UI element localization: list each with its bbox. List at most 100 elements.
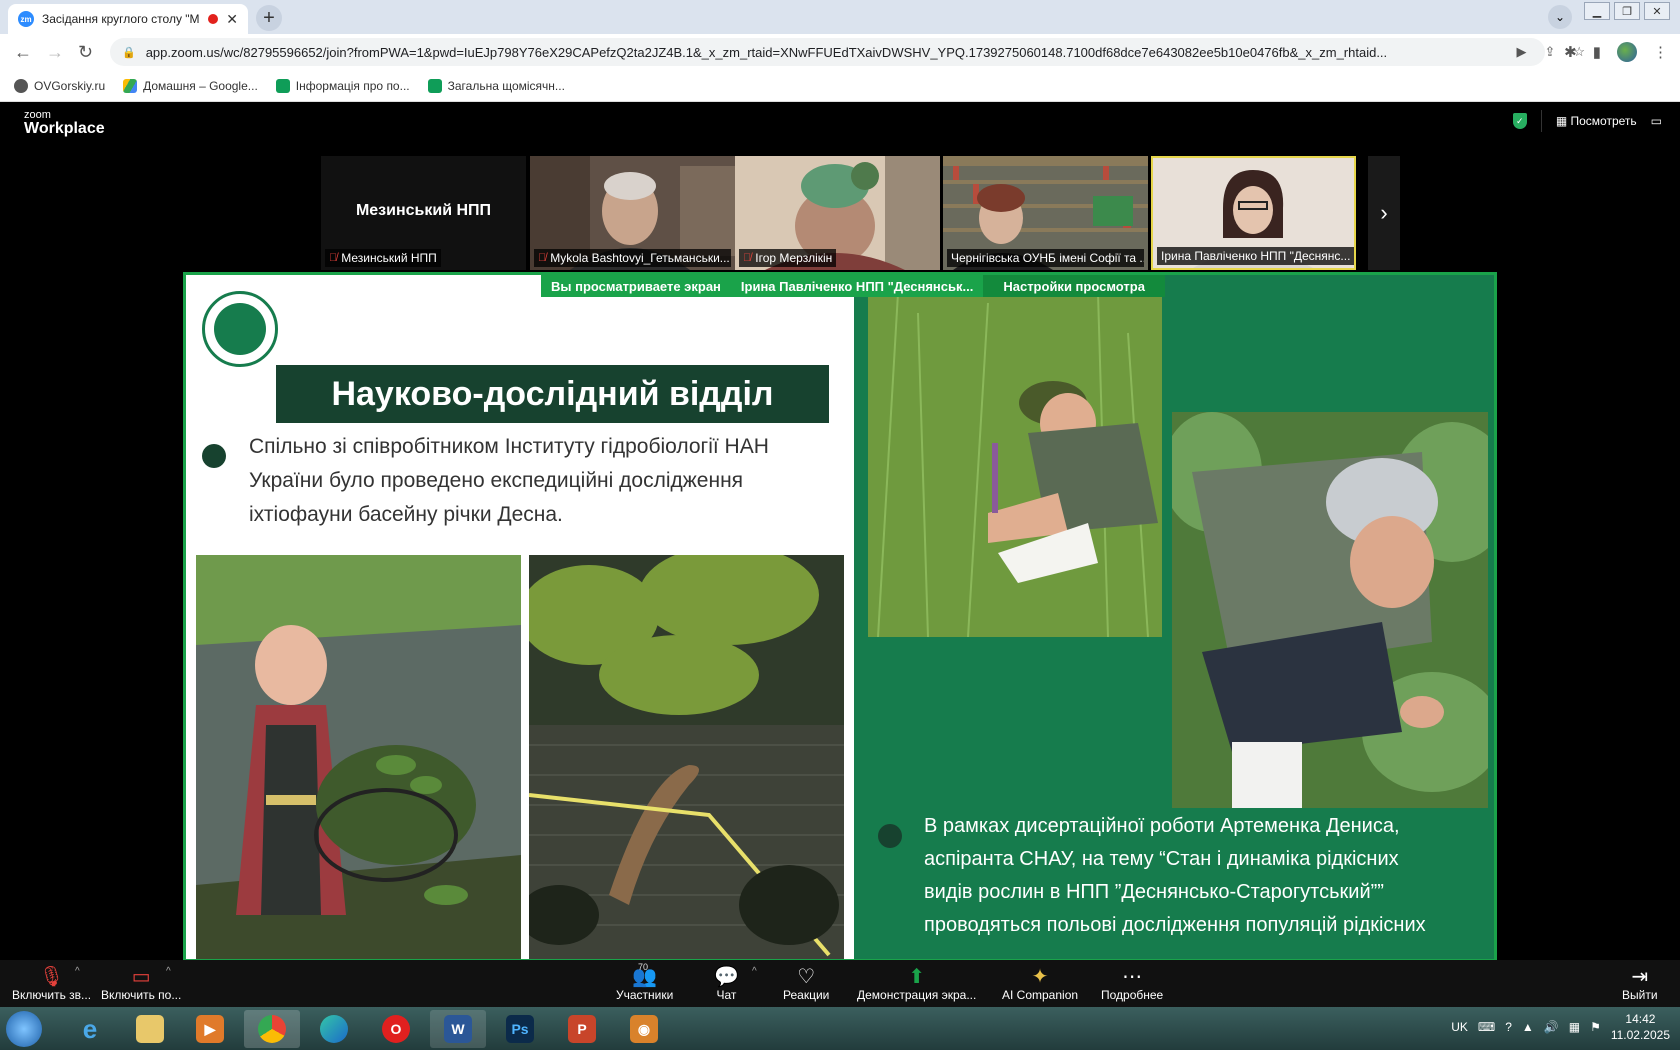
help-icon[interactable]: ?: [1505, 1020, 1512, 1034]
taskbar-word[interactable]: W: [430, 1010, 486, 1048]
bullet-point-icon: [878, 824, 902, 848]
browser-tab-bar: zm Засідання круглого столу "М ✕ + ⌄ ▁ ❐…: [0, 0, 1680, 34]
eye-app-icon: ◉: [630, 1015, 658, 1043]
taskbar-explorer[interactable]: [122, 1010, 178, 1048]
language-indicator[interactable]: UK: [1451, 1020, 1468, 1034]
share-screen-icon: ⬆: [908, 965, 926, 988]
share-screen-button[interactable]: ⬆ Демонстрация экра...: [857, 964, 976, 1003]
participants-button[interactable]: 👥 70 Участники: [616, 962, 673, 1002]
tab-title: Засідання круглого столу "М: [42, 12, 200, 26]
bookmark-item[interactable]: Загальна щомісячн...: [427, 78, 565, 93]
view-button[interactable]: ▦ Посмотреть: [1556, 114, 1637, 128]
volume-icon[interactable]: 🔊: [1544, 1020, 1559, 1034]
zoom-meeting-window: zoom Workplace ✓ ▦ Посмотреть ▭ Мезинськ…: [0, 102, 1680, 1007]
participant-tile[interactable]: 🎙̸ Ігор Мерзлікін: [735, 156, 940, 270]
chat-icon: 💬: [714, 965, 739, 988]
taskbar-opera[interactable]: O: [368, 1010, 424, 1048]
leave-icon: ⇥: [1631, 965, 1649, 988]
chat-options-chevron-icon[interactable]: ^: [752, 966, 757, 977]
encryption-shield-icon[interactable]: ✓: [1512, 113, 1527, 129]
muted-mic-icon: 🎙̸: [743, 252, 752, 264]
video-off-icon: ▭: [131, 965, 151, 988]
clock[interactable]: 14:42 11.02.2025: [1611, 1011, 1670, 1043]
reactions-button[interactable]: ♡ Реакции: [783, 964, 829, 1003]
taskbar-media-player[interactable]: ▶: [182, 1010, 238, 1048]
internet-explorer-icon: e: [82, 1013, 98, 1044]
chrome-icon: [258, 1015, 286, 1043]
taskbar-photoshop[interactable]: Ps: [492, 1010, 548, 1048]
tab-search-button[interactable]: ⌄: [1548, 5, 1572, 29]
menu-icon[interactable]: ⋮: [1653, 43, 1668, 61]
url-text: app.zoom.us/wc/82795596652/join?fromPWA=…: [145, 44, 1388, 60]
maximize-button[interactable]: ❐: [1614, 2, 1640, 20]
window-controls: ▁ ❐ ✕: [1584, 2, 1670, 20]
drive-icon: [123, 78, 138, 93]
folder-icon: [136, 1015, 164, 1043]
slide-left-pane: Науково-дослідний відділ Спільно зі спів…: [186, 275, 854, 959]
zoom-favicon-icon: zm: [18, 11, 34, 27]
zoom-logo: zoom Workplace: [24, 109, 105, 137]
bookmark-item[interactable]: Інформація про по...: [275, 78, 410, 93]
bookmarks-bar: OVGorskiy.ru Домашня – Google... Інформа…: [0, 70, 1680, 102]
taskbar-ie[interactable]: e: [62, 1010, 118, 1048]
taskbar-powerpoint[interactable]: P: [554, 1010, 610, 1048]
chat-button[interactable]: 💬 Чат: [714, 964, 739, 1003]
taskbar-edge[interactable]: [306, 1010, 362, 1048]
photo-fish-in-net: [529, 555, 844, 959]
participant-tile[interactable]: Мезинський НПП 🎙̸ Мезинський НПП: [321, 156, 526, 270]
new-tab-button[interactable]: +: [256, 5, 282, 31]
powerpoint-icon: P: [568, 1015, 596, 1043]
participant-strip: Мезинський НПП 🎙̸ Мезинський НПП 🎙̸ Mykola…: [321, 154, 1401, 272]
heart-icon: ♡: [797, 965, 816, 988]
word-icon: W: [444, 1015, 472, 1043]
side-panel-icon[interactable]: ▮: [1593, 43, 1601, 61]
opera-icon: O: [382, 1015, 410, 1043]
reload-icon[interactable]: ↻: [78, 42, 93, 63]
minimize-video-icon[interactable]: ▭: [1651, 114, 1662, 128]
photo-plant-survey: [1172, 412, 1488, 808]
taskbar-app[interactable]: ◉: [616, 1010, 672, 1048]
participant-tile-active-speaker[interactable]: Ірина Павліченко НПП "Деснянс...: [1151, 156, 1356, 270]
muted-mic-icon: 🎙̸: [329, 252, 338, 264]
slide-paragraph-1: Спільно зі співробітником Інституту гідр…: [249, 435, 769, 526]
view-settings-button[interactable]: Настройки просмотра: [983, 275, 1165, 297]
action-center-icon[interactable]: ⚑: [1590, 1020, 1601, 1034]
photo-river-sampling: [196, 555, 521, 959]
close-tab-icon[interactable]: ✕: [226, 11, 238, 28]
share-icon[interactable]: ⇪: [1544, 44, 1555, 60]
forward-icon[interactable]: →: [46, 42, 64, 63]
more-button[interactable]: ⋯ Подробнее: [1101, 964, 1163, 1003]
next-page-button[interactable]: ›: [1368, 156, 1400, 270]
keyboard-icon[interactable]: ⌨: [1478, 1020, 1495, 1034]
bullet-point-icon: [202, 444, 226, 468]
zoom-top-controls: ✓ ▦ Посмотреть ▭: [1512, 110, 1662, 132]
address-bar[interactable]: 🔒 app.zoom.us/wc/82795596652/join?fromPW…: [110, 38, 1545, 66]
profile-avatar[interactable]: [1617, 42, 1637, 62]
ai-companion-button[interactable]: ✦ AI Companion: [1002, 964, 1078, 1003]
audio-options-chevron-icon[interactable]: ^: [75, 966, 80, 977]
leave-button[interactable]: ⇥ Выйти: [1622, 964, 1658, 1003]
slide-right-pane: В рамках дисертаційної роботи Артеменка …: [854, 275, 1494, 959]
taskbar-chrome[interactable]: [244, 1010, 300, 1048]
browser-tab[interactable]: zm Засідання круглого столу "М ✕: [8, 4, 248, 34]
bookmark-item[interactable]: Домашня – Google...: [123, 78, 258, 93]
start-button[interactable]: [6, 1011, 42, 1047]
sheets-icon: [275, 78, 290, 93]
network-icon[interactable]: ▦: [1569, 1020, 1580, 1034]
participants-count: 70: [638, 962, 649, 972]
slide-paragraph-2: В рамках дисертаційної роботи Артеменка …: [924, 815, 1426, 936]
minimize-button[interactable]: ▁: [1584, 2, 1610, 20]
close-window-button[interactable]: ✕: [1644, 2, 1670, 20]
extensions-icon[interactable]: ✱: [1564, 43, 1577, 61]
camera-icon[interactable]: ▶: [1516, 44, 1526, 60]
sheets-icon: [427, 78, 442, 93]
back-icon[interactable]: ←: [14, 42, 32, 63]
windows-taskbar: e ▶ O W Ps P ◉ UK ⌨ ? ▲ 🔊 ▦ ⚑ 14:42 11.0…: [0, 1007, 1680, 1050]
bookmark-item[interactable]: OVGorskiy.ru: [14, 78, 105, 93]
park-logo: [202, 291, 278, 367]
participant-tile[interactable]: 🎙̸ Mykola Bashtovyi_Гетьманськи...: [530, 156, 735, 270]
video-options-chevron-icon[interactable]: ^: [166, 966, 171, 977]
participant-tile[interactable]: Чернігівська ОУНБ імені Софії та ...: [943, 156, 1148, 270]
tray-expand-icon[interactable]: ▲: [1522, 1020, 1534, 1034]
shared-screen: Вы просматриваете экран Ірина Павліченко…: [183, 272, 1497, 962]
